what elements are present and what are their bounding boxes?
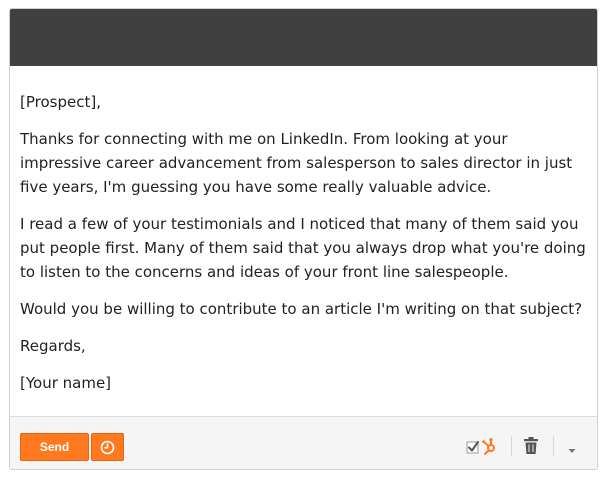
- toolbar-divider: [511, 436, 512, 456]
- clock-icon: [100, 440, 115, 455]
- compose-title-bar[interactable]: [10, 9, 597, 66]
- email-paragraph: Would you be willing to contribute to an…: [20, 300, 583, 318]
- email-signature: [Your name]: [20, 374, 112, 392]
- compose-toolbar: Send: [10, 416, 597, 469]
- email-sign-off: Regards,: [20, 337, 86, 355]
- hubspot-track-button[interactable]: [465, 437, 501, 457]
- hubspot-track-icon: [466, 438, 495, 455]
- trash-icon: [524, 437, 538, 454]
- send-button[interactable]: Send: [20, 433, 89, 461]
- email-greeting: [Prospect],: [20, 93, 101, 111]
- chevron-down-icon: [568, 449, 576, 453]
- discard-button[interactable]: [523, 436, 539, 456]
- schedule-send-button[interactable]: [91, 433, 124, 461]
- toolbar-divider: [553, 436, 554, 456]
- email-body[interactable]: [Prospect], Thanks for connecting with m…: [20, 90, 590, 408]
- email-paragraph: Thanks for connecting with me on LinkedI…: [20, 130, 573, 196]
- email-paragraph: I read a few of your testimonials and I …: [20, 215, 586, 281]
- email-compose-window: [Prospect], Thanks for connecting with m…: [9, 8, 598, 470]
- more-options-button[interactable]: [565, 441, 579, 453]
